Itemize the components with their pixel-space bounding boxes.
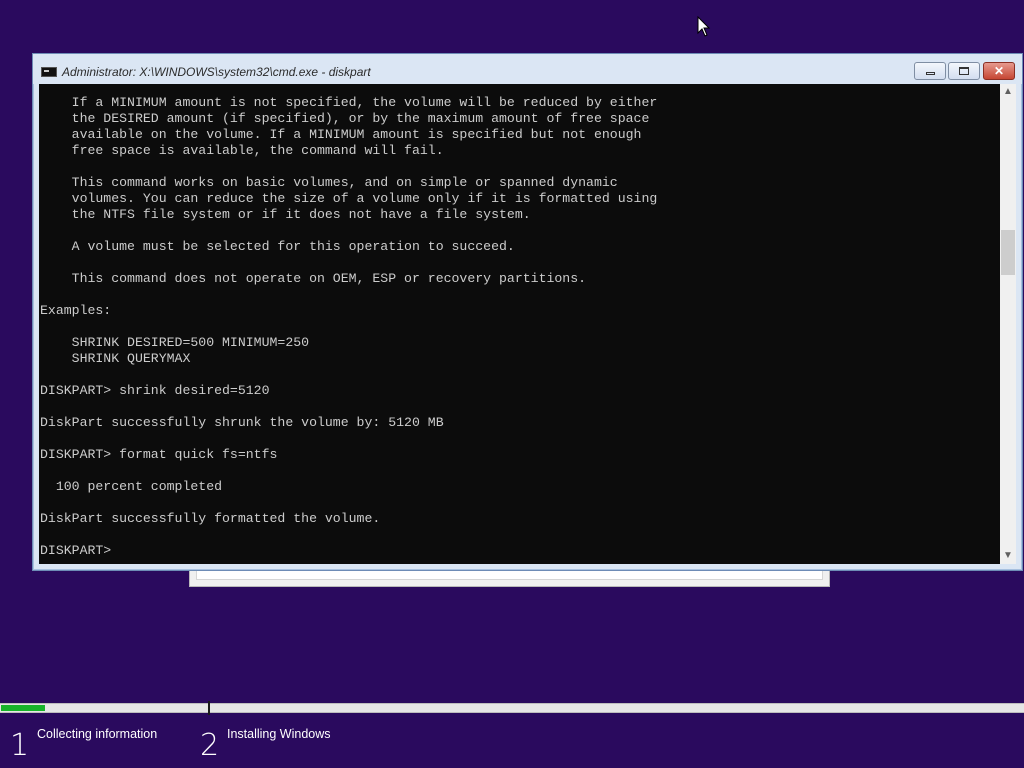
console-text: If a MINIMUM amount is not specified, th… <box>40 95 658 558</box>
minimize-button[interactable] <box>914 62 946 80</box>
step-label: Collecting information <box>37 727 158 741</box>
console-output[interactable]: If a MINIMUM amount is not specified, th… <box>39 84 1000 564</box>
close-button[interactable]: ✕ <box>983 62 1015 80</box>
maximize-button[interactable] <box>948 62 980 80</box>
setup-progress-bar <box>0 703 1024 713</box>
title-bar[interactable]: Administrator: X:\WINDOWS\system32\cmd.e… <box>33 54 1022 84</box>
step-number: 1 <box>10 728 30 763</box>
console-icon <box>41 67 57 77</box>
maximize-icon <box>959 67 969 75</box>
step-number: 2 <box>200 728 220 763</box>
minimize-icon <box>925 71 935 75</box>
progress-step-divider <box>208 701 210 715</box>
vertical-scrollbar[interactable]: ▲ ▼ <box>1000 84 1016 564</box>
scroll-up-icon[interactable]: ▲ <box>1000 84 1016 100</box>
close-icon: ✕ <box>993 64 1005 78</box>
cmd-window: Administrator: X:\WINDOWS\system32\cmd.e… <box>32 53 1023 571</box>
scroll-down-icon[interactable]: ▼ <box>1000 548 1016 564</box>
step-label: Installing Windows <box>227 727 331 741</box>
scroll-thumb[interactable] <box>1001 230 1015 275</box>
mouse-pointer-icon <box>697 16 711 37</box>
setup-progress-fill <box>1 705 45 711</box>
window-title: Administrator: X:\WINDOWS\system32\cmd.e… <box>62 65 371 79</box>
